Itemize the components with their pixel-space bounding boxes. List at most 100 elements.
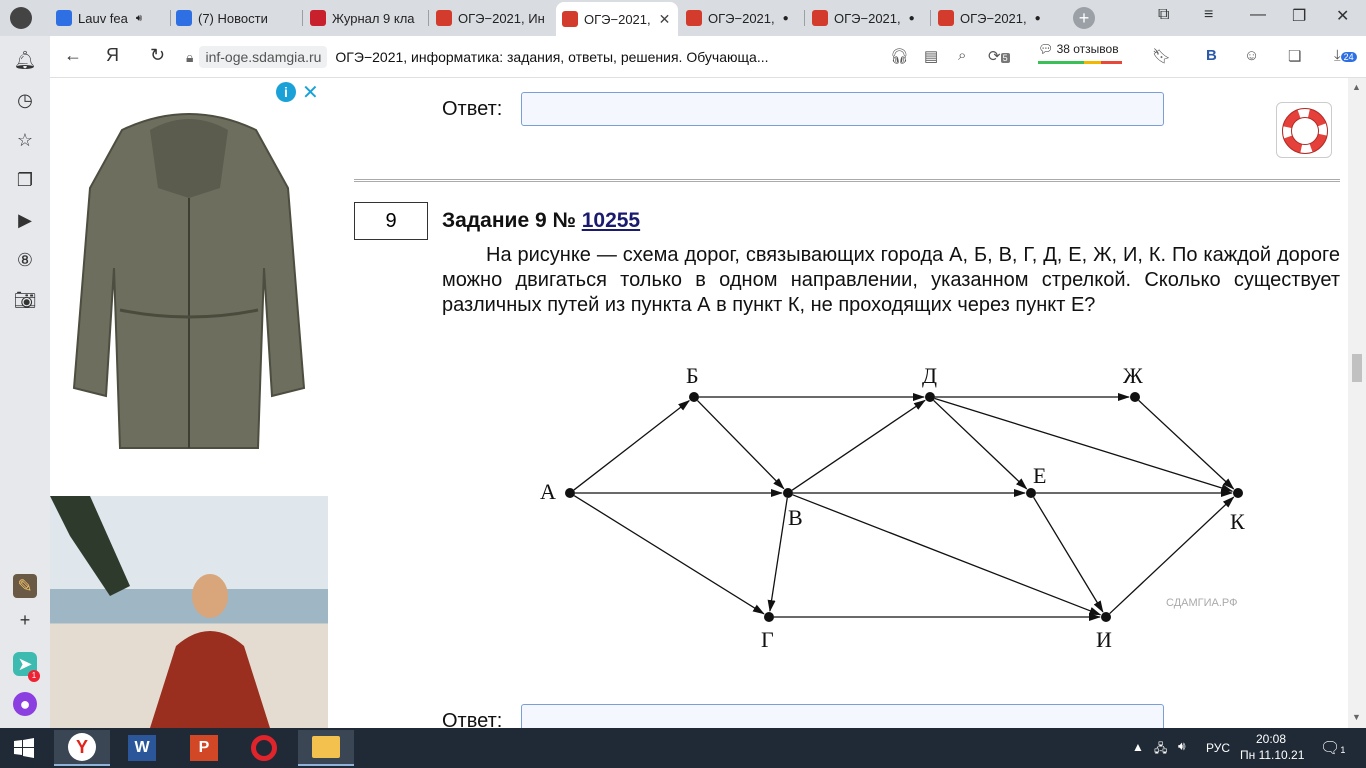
ad-info-icon[interactable]: i <box>276 82 296 102</box>
beach-ad-image[interactable] <box>50 496 328 728</box>
reviews-widget[interactable]: 💬︎ 38 отзывов <box>1038 42 1122 64</box>
scrollbar-thumb[interactable] <box>1352 354 1362 382</box>
camera-side-icon[interactable]: 📷︎ <box>13 288 37 312</box>
yandex-browser-icon: Y <box>68 733 96 761</box>
explorer-app[interactable] <box>298 730 354 766</box>
tab-label: Lauv fea <box>78 10 128 26</box>
new-tab-button[interactable]: + <box>1070 4 1098 32</box>
minimize-icon[interactable]: — <box>1250 6 1266 24</box>
close-window-icon[interactable]: ✕ <box>1336 6 1349 26</box>
opera-app[interactable] <box>236 730 292 766</box>
yandex-browser-app[interactable]: Y <box>54 730 110 766</box>
node-Г <box>764 612 774 622</box>
tab-separator <box>930 10 931 26</box>
word-icon: W <box>128 735 156 761</box>
node-label-Е: Е <box>1033 463 1046 488</box>
language-indicator[interactable]: РУС <box>1206 741 1230 755</box>
yandex-icon[interactable]: Я <box>106 45 119 66</box>
node-Б <box>689 392 699 402</box>
node-В <box>783 488 793 498</box>
scrollbar[interactable]: ▲ ▼ <box>1348 78 1366 728</box>
sdamgia-icon <box>436 10 452 26</box>
start-button[interactable] <box>0 730 48 766</box>
tab-6[interactable]: ОГЭ−2021, ● <box>680 4 802 32</box>
profile-avatar[interactable] <box>4 4 40 32</box>
headphones-icon[interactable]: 🎧︎ <box>890 47 909 65</box>
tab-separator <box>302 10 303 26</box>
powerpoint-app[interactable]: P <box>176 730 232 766</box>
url-field[interactable]: 🔒︎ inf-oge.sdamgia.ru ОГЭ−2021, информат… <box>186 42 856 72</box>
node-label-К: К <box>1230 509 1245 534</box>
volume-icon[interactable]: 🔊︎ <box>1178 739 1186 754</box>
node-label-В: В <box>788 505 803 530</box>
edge-В-И <box>792 494 1102 616</box>
tab-8[interactable]: ОГЭ−2021, ● <box>932 4 1054 32</box>
protect-icon[interactable]: ⟳ 5 <box>988 47 1010 65</box>
lifebuoy-icon <box>1282 108 1328 154</box>
notifications-icon[interactable]: 🗨︎1 <box>1320 738 1345 758</box>
clock-date[interactable]: Пн 11.10.21 <box>1240 748 1304 762</box>
url-host: inf-oge.sdamgia.ru <box>199 46 328 68</box>
tab-separator <box>428 10 429 26</box>
opera-icon <box>251 735 277 761</box>
reader-icon[interactable]: ▤ <box>924 47 938 65</box>
back-icon[interactable]: ← <box>64 45 82 66</box>
bookmark-icon[interactable]: 🔖︎ <box>1152 47 1171 65</box>
lock-icon: 🔒︎ <box>186 48 194 65</box>
tabs-view-icon[interactable]: ⧉ <box>1158 6 1169 24</box>
answer-input[interactable] <box>521 704 1164 728</box>
tab-5[interactable]: ОГЭ−2021, ✕ <box>556 2 678 36</box>
tab-7[interactable]: ОГЭ−2021, ● <box>806 4 928 32</box>
tab-3[interactable]: Журнал 9 кла <box>304 4 426 32</box>
vk-extension-icon[interactable]: В <box>1206 47 1217 64</box>
comment-icon: 💬︎ <box>1038 42 1054 56</box>
reload-icon[interactable]: ↻ <box>150 45 165 66</box>
restore-icon[interactable]: ❐ <box>1292 6 1306 26</box>
history-icon[interactable]: ◷ <box>13 88 37 112</box>
collections-icon[interactable]: ❏ <box>1288 47 1301 65</box>
downloads-icon[interactable]: ⤓ 24 <box>1334 47 1357 64</box>
number-side-icon[interactable]: ⑧ <box>13 248 37 272</box>
bell-icon[interactable]: 🔔︎ <box>13 48 37 72</box>
word-app[interactable]: W <box>114 730 170 766</box>
unread-dot-icon: ● <box>782 12 789 24</box>
address-bar: ← Я ↻ 🔒︎ inf-oge.sdamgia.ru ОГЭ−2021, ин… <box>50 36 1366 78</box>
edge-Б-В <box>697 400 785 490</box>
node-label-И: И <box>1096 627 1112 652</box>
zoom-icon[interactable]: ⌕ <box>958 47 966 64</box>
video-side-icon[interactable]: ▶ <box>13 208 37 232</box>
scroll-up-icon[interactable]: ▲ <box>1352 82 1361 92</box>
jacket-ad-image[interactable]: i ✕ <box>50 78 328 496</box>
answer-label: Ответ: <box>442 98 503 120</box>
task-id-link[interactable]: 10255 <box>582 209 640 232</box>
scroll-down-icon[interactable]: ▼ <box>1352 712 1361 722</box>
tab-label: ОГЭ−2021, Ин <box>458 10 545 26</box>
tab-2[interactable]: (7) Новости <box>170 4 300 32</box>
journal-icon <box>310 10 326 26</box>
plus-icon: + <box>1073 7 1095 29</box>
tray-expand-icon[interactable]: ▲ <box>1132 740 1144 754</box>
help-button[interactable] <box>1276 102 1332 158</box>
ad-banner[interactable]: i ✕ <box>50 78 328 728</box>
road-graph: А Б В Г Д Е Ж И К СДАМГИА.РФ <box>540 363 1245 652</box>
menu-icon[interactable]: ≡ <box>1204 6 1213 24</box>
clock-time[interactable]: 20:08 <box>1256 732 1286 746</box>
edge-А-Б <box>573 400 691 491</box>
close-tab-icon[interactable]: ✕ <box>659 11 671 28</box>
add-panel-icon[interactable]: + <box>13 608 37 632</box>
sdamgia-icon <box>562 11 578 27</box>
messenger-badge: 1 <box>28 670 40 682</box>
alice-icon[interactable]: ● <box>13 692 37 716</box>
task-heading: Задание 9 № 10255 <box>442 209 640 233</box>
audio-playing-icon[interactable]: 🔊︎ <box>136 13 142 24</box>
collections-side-icon[interactable]: ❐ <box>13 168 37 192</box>
answer-input-prev[interactable] <box>521 92 1164 126</box>
pen-icon[interactable]: ✎ <box>13 574 37 598</box>
tab-4[interactable]: ОГЭ−2021, Ин <box>430 4 552 32</box>
node-label-Б: Б <box>686 363 699 388</box>
ad-close-icon[interactable]: ✕ <box>302 80 319 105</box>
tab-1[interactable]: Lauv fea 🔊︎ <box>50 4 168 32</box>
network-icon[interactable]: 🖧︎ <box>1154 739 1167 760</box>
extension-icon[interactable]: ☺ <box>1244 47 1259 64</box>
star-icon[interactable]: ☆ <box>13 128 37 152</box>
